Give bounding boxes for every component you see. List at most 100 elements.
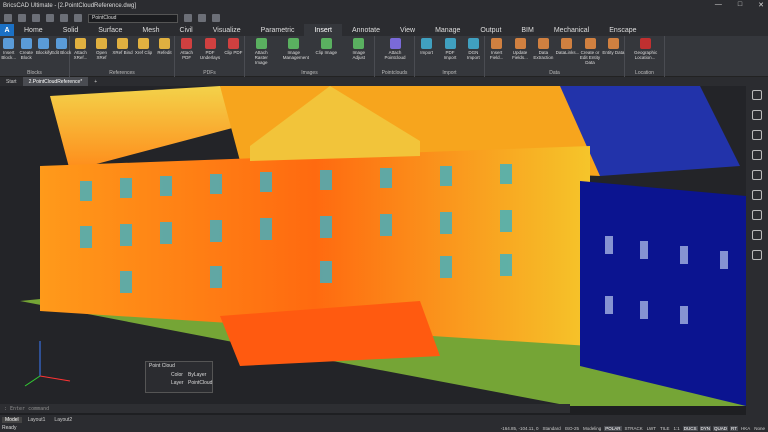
ribbon-button-import[interactable]: Import [416,38,438,55]
ribbon-button-refedit[interactable]: Refedit [154,38,176,55]
tab-surface[interactable]: Surface [88,24,132,36]
tab-insert[interactable]: Insert [304,24,342,36]
ribbon-button-update-fields[interactable]: Update Fields... [509,38,531,60]
sheet-icon[interactable] [752,250,762,260]
ribbon-button-attach-pointcloud[interactable]: Attach Pointcloud [384,38,406,60]
window-title: BricsCAD Ultimate - [2.PointCloudReferen… [3,3,137,9]
ribbon-button-insert-field[interactable]: Insert Field... [486,38,508,60]
redo-icon[interactable] [74,14,82,22]
color-value[interactable]: ByLayer [188,372,206,378]
tab-annotate[interactable]: Annotate [342,24,390,36]
ribbon-button-image-management[interactable]: Image Management [283,38,309,60]
status-ready: Ready [2,425,17,431]
tab-solid[interactable]: Solid [53,24,89,36]
ribbon-button-create-or-edit-entity-data[interactable]: Create or Edit Entity Data [579,38,601,65]
ribbon-button-clip-image[interactable]: Clip Image [315,38,337,55]
ribbon-button-data-extraction[interactable]: Data Extraction [532,38,554,60]
command-input[interactable]: : Enter command [4,406,49,412]
ribbon-button-icon [607,38,619,49]
ribbon-group-location: Geographic Location... Location [625,36,665,77]
ribbon-button-attach-pdf[interactable]: Attach PDF [176,38,198,60]
linetype-icon[interactable] [212,14,220,22]
new-tab-icon[interactable]: + [88,77,103,86]
ribbon-group-label: Pointclouds [381,70,408,76]
save-icon[interactable] [32,14,40,22]
ribbon-button-pdf-import[interactable]: PDF Import [439,38,461,60]
ribbon-button-dgn-import[interactable]: DGN Import [462,38,484,60]
ribbon-button-attach-xref[interactable]: Attach XRef... [70,38,92,60]
ribbon-button-icon [138,38,149,49]
ribbon-button-icon [444,38,456,49]
ribbon-button-label: PDF Underlays [199,50,221,60]
ribbon-button-label: Attach Pointcloud [384,50,406,60]
status-toggle-rt[interactable]: RT [730,425,738,431]
status-toggle-ducs[interactable]: DUCS [682,425,698,431]
tab-bim[interactable]: BIM [511,24,543,36]
layer-value[interactable]: PointCloud [188,380,212,386]
undo-icon[interactable] [60,14,68,22]
doc-tab-drawing[interactable]: 2.PointCloudReference* [22,77,89,86]
status-toggle-hka[interactable]: HKA [740,426,751,431]
layout-tab-model[interactable]: Model [2,416,22,423]
tab-mechanical[interactable]: Mechanical [544,24,599,36]
command-line[interactable]: : Enter command [0,404,570,413]
structure-icon[interactable] [752,130,762,140]
tab-civil[interactable]: Civil [170,24,203,36]
app-menu-button[interactable]: A [0,24,14,36]
tab-view[interactable]: View [390,24,425,36]
ribbon-button-image-adjust[interactable]: Image Adjust [348,38,370,60]
minimize-icon[interactable]: — [715,1,722,9]
window-controls: — □ ✕ [715,1,764,9]
doc-tab-start[interactable]: Start [0,77,23,86]
status-toggle-strack[interactable]: STRACK [624,426,644,431]
properties-icon[interactable] [752,90,762,100]
tab-output[interactable]: Output [470,24,511,36]
close-icon[interactable]: ✕ [758,1,764,9]
print-icon[interactable] [46,14,54,22]
stack-icon[interactable] [752,150,762,160]
layers-icon[interactable] [752,110,762,120]
layout-tab-1[interactable]: Layout1 [25,417,49,423]
status-toggle-iso-25[interactable]: ISO-25 [564,426,580,431]
status-toggle-none[interactable]: None [753,426,766,431]
tab-mesh[interactable]: Mesh [132,24,169,36]
status-toggle-standard[interactable]: Standard [541,426,561,431]
tab-home[interactable]: Home [14,24,53,36]
color-icon[interactable] [198,14,206,22]
ribbon-button-geographic-location[interactable]: Geographic Location... [634,38,658,60]
ribbon-button-xref-bind[interactable]: XRef Bind [112,38,134,55]
ribbon-button-clip-pdf[interactable]: Clip PDF [222,38,244,55]
ribbon-button-label: Update Fields... [512,50,528,60]
library-icon[interactable] [752,190,762,200]
ribbon-button-label: Geographic Location... [634,50,658,60]
status-toggle-1-1[interactable]: 1:1 [672,426,680,431]
fx-icon[interactable] [752,170,762,180]
layer-props-icon[interactable] [184,14,192,22]
status-toggle-modeling[interactable]: Modeling [582,426,602,431]
new-file-icon[interactable] [4,14,12,22]
ribbon-button-pdf-underlays[interactable]: PDF Underlays [199,38,221,60]
layout-tab-2[interactable]: Layout2 [51,417,75,423]
tab-manage[interactable]: Manage [425,24,470,36]
grid-icon[interactable] [752,230,762,240]
status-toggle-tile[interactable]: TILE [659,426,671,431]
status-toggle-quad[interactable]: QUAD [713,425,729,431]
layer-selector[interactable]: PointCloud [88,13,178,23]
tab-parametric[interactable]: Parametric [251,24,305,36]
status-toggle-polar[interactable]: POLAR [604,425,622,431]
settings-icon[interactable] [752,210,762,220]
ribbon-button-icon [421,38,433,49]
ribbon-button-entity-data[interactable]: Entity Data [602,38,624,55]
drawing-viewport[interactable] [0,86,746,406]
ribbon-button-xref-clip[interactable]: Xref Clip [133,38,155,55]
status-toggle-lwt[interactable]: LWT [646,426,657,431]
maximize-icon[interactable]: □ [738,1,742,9]
ribbon-button-label: Open XRef [95,50,107,60]
status-toggle-dyn[interactable]: DYN [699,425,712,431]
open-file-icon[interactable] [18,14,26,22]
ribbon-button-datalinks[interactable]: DataLinks... [556,38,579,55]
tab-enscape[interactable]: Enscape [599,24,646,36]
tab-visualize[interactable]: Visualize [203,24,251,36]
ribbon-button-open-xref[interactable]: Open XRef [91,38,113,60]
ribbon-button-attach-raster-image[interactable]: Attach Raster Image [250,38,272,65]
